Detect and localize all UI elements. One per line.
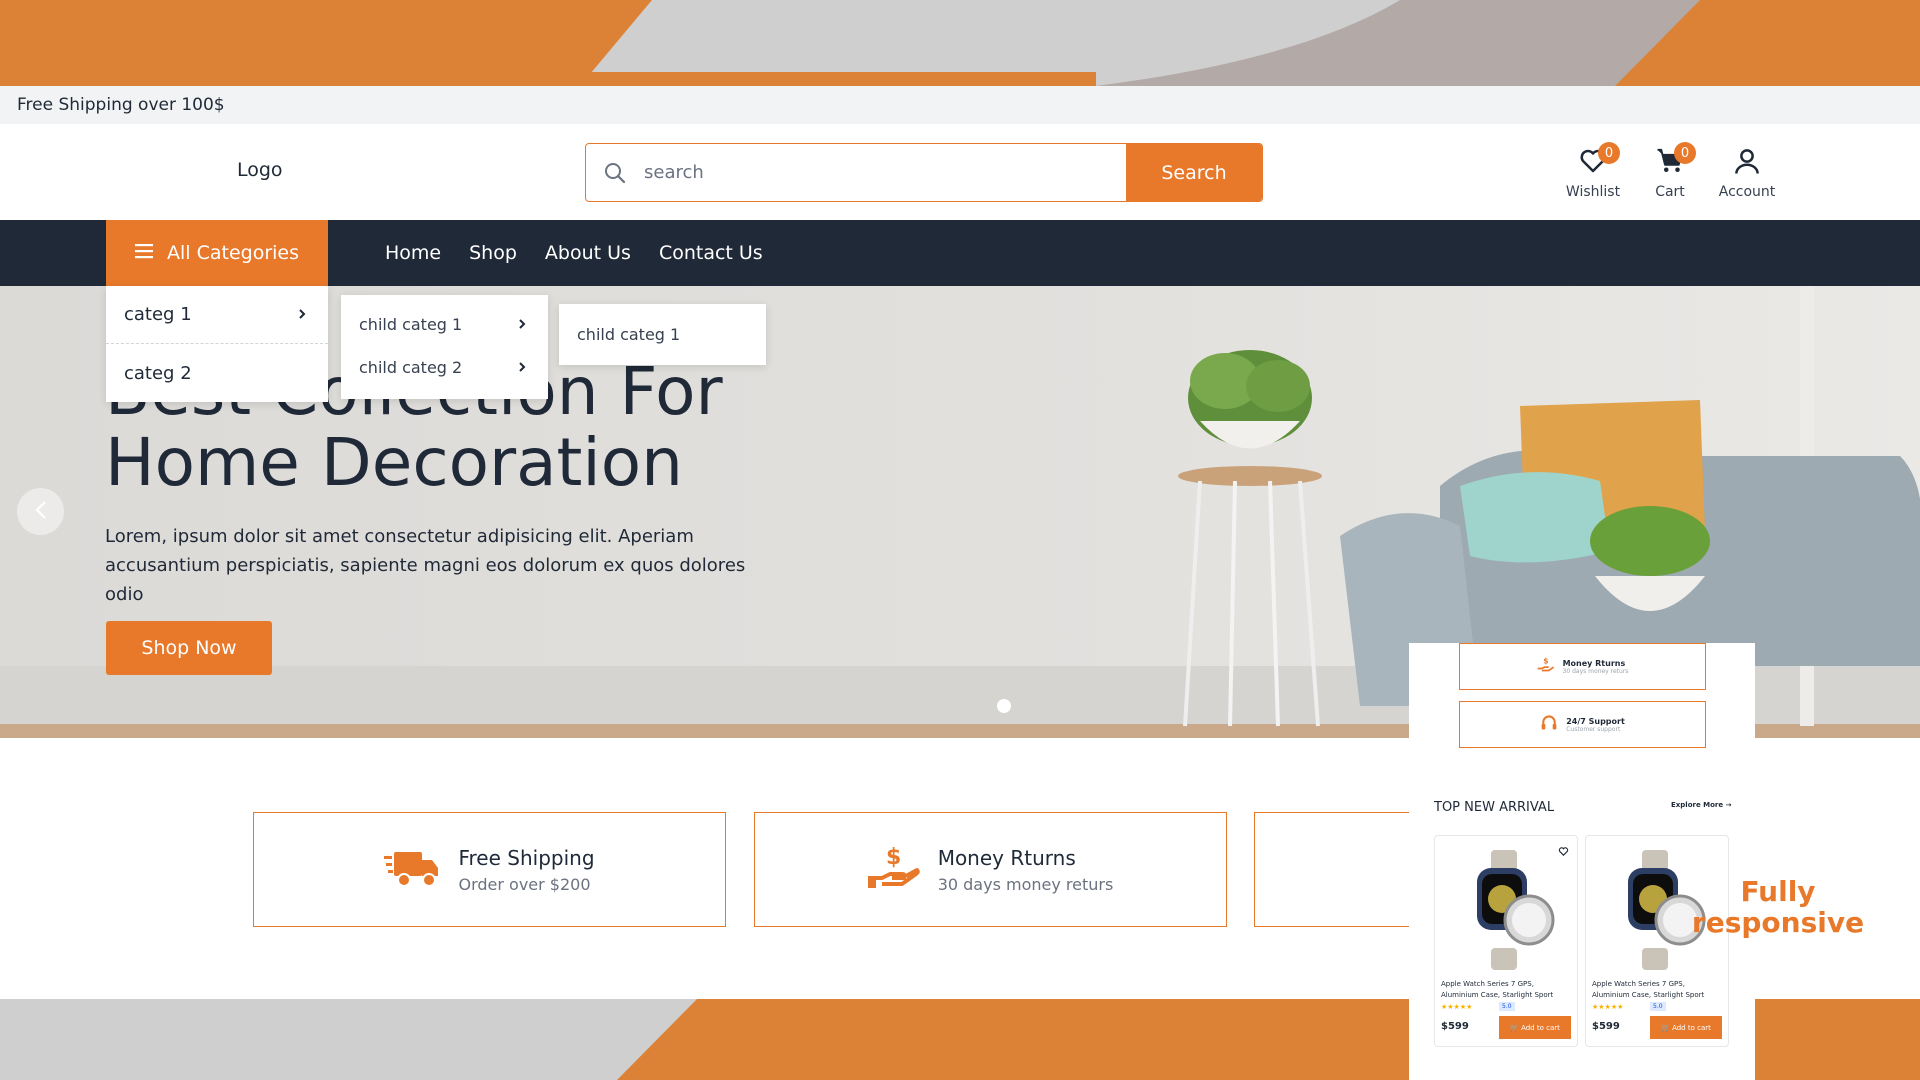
- feature-title: Money Rturns: [937, 845, 1076, 870]
- site-logo[interactable]: Logo: [237, 159, 283, 181]
- nav-link-shop[interactable]: Shop: [469, 242, 517, 264]
- subcategory-label: child categ 2: [359, 358, 463, 377]
- header-actions: 0 Wishlist 0 Cart Account: [1556, 142, 1784, 200]
- category-item[interactable]: categ 2: [106, 344, 328, 402]
- mobile-feature-title: Money Rturns: [1562, 658, 1626, 668]
- headset-icon: [1540, 714, 1558, 736]
- chevron-left-icon: [34, 500, 48, 524]
- product-price: $599: [1592, 1021, 1620, 1032]
- explore-more-link[interactable]: Explore More →: [1671, 801, 1731, 809]
- explore-more-label: Explore More: [1671, 801, 1724, 809]
- carousel-dot[interactable]: [997, 699, 1011, 713]
- rating-badge: 5.0: [1650, 1002, 1666, 1011]
- search-bar: Search: [585, 143, 1263, 202]
- chevron-right-icon: [518, 315, 526, 334]
- cart-link[interactable]: 0 Cart: [1648, 142, 1696, 200]
- chevron-right-icon: [518, 358, 526, 377]
- hero-title-line2: Home Decoration: [105, 424, 683, 501]
- child-subcategory-label: child categ 1: [577, 325, 681, 344]
- wishlist-label: Wishlist: [1565, 184, 1621, 200]
- feature-card-money-returns: $ Money Rturns 30 days money returs: [754, 812, 1227, 927]
- cart-icon: 🛒: [1661, 1023, 1670, 1032]
- wishlist-link[interactable]: 0 Wishlist: [1556, 142, 1630, 200]
- nav-link-contact[interactable]: Contact Us: [659, 242, 763, 264]
- subcategory-item[interactable]: child categ 2: [341, 346, 548, 389]
- truck-icon: [384, 846, 440, 894]
- svg-text:$: $: [886, 845, 901, 870]
- subcategory-label: child categ 1: [359, 315, 463, 334]
- feature-title: Free Shipping: [458, 845, 595, 870]
- all-categories-button[interactable]: All Categories: [106, 220, 328, 286]
- nav-link-about[interactable]: About Us: [545, 242, 631, 264]
- svg-text:$: $: [1543, 656, 1548, 665]
- cart-icon: 🛒: [1510, 1023, 1519, 1032]
- product-price: $599: [1441, 1021, 1469, 1032]
- mobile-section-title: TOP NEW ARRIVAL: [1434, 800, 1555, 815]
- child-subcategory-menu[interactable]: child categ 1: [559, 304, 766, 365]
- product-name: Apple Watch Series 7 GPS, Aluminium Case…: [1441, 980, 1554, 999]
- rating-stars: ★★★★★: [1441, 1003, 1473, 1011]
- site-header: Logo Search 0 Wishlist 0 Cart Account: [0, 124, 1920, 220]
- badge-line1: Fully: [1740, 875, 1816, 908]
- fully-responsive-badge: Fully responsive: [1688, 876, 1868, 938]
- account-link[interactable]: Account: [1710, 146, 1784, 200]
- money-hand-icon: $: [867, 844, 920, 896]
- mobile-feature-subtitle: 30 days money returs: [1562, 667, 1629, 675]
- search-icon: [586, 144, 644, 201]
- rating-badge: 5.0: [1499, 1002, 1515, 1011]
- decorative-top-banner: [0, 0, 1920, 86]
- shipping-announcement-text: Free Shipping over 100$: [17, 95, 225, 115]
- feature-subtitle: Order over $200: [458, 874, 591, 894]
- arrow-right-icon: →: [1725, 801, 1732, 809]
- category-item[interactable]: categ 1: [106, 286, 328, 344]
- category-menu: categ 1 categ 2: [106, 286, 328, 402]
- add-to-cart-button[interactable]: 🛒 Add to cart: [1499, 1016, 1571, 1039]
- mobile-preview: $ Money Rturns 30 days money returs 24/7…: [1409, 643, 1755, 1080]
- money-hand-icon: $: [1537, 656, 1555, 678]
- shipping-announcement-bar: Free Shipping over 100$: [0, 86, 1920, 124]
- subcategory-menu: child categ 1 child categ 2: [341, 295, 548, 399]
- account-label: Account: [1718, 184, 1776, 200]
- mobile-feature-support: 24/7 Support Customer support: [1459, 701, 1706, 748]
- product-image: [1477, 850, 1555, 970]
- add-to-cart-label: Add to cart: [1672, 1023, 1711, 1032]
- carousel-prev-button[interactable]: [17, 488, 64, 535]
- mobile-feature-title: 24/7 Support: [1566, 716, 1625, 726]
- chevron-right-icon: [298, 304, 306, 325]
- nav-link-home[interactable]: Home: [385, 242, 441, 264]
- mobile-feature-money-returns: $ Money Rturns 30 days money returs: [1459, 643, 1706, 690]
- feature-card-shipping: Free Shipping Order over $200: [253, 812, 726, 927]
- heart-icon[interactable]: [1558, 842, 1569, 861]
- hero-description: Lorem, ipsum dolor sit amet consectetur …: [105, 526, 746, 605]
- category-label: categ 2: [124, 362, 192, 384]
- nav-links: Home Shop About Us Contact Us: [385, 220, 763, 286]
- search-input[interactable]: [644, 144, 1126, 201]
- main-nav: All Categories Home Shop About Us Contac…: [0, 220, 1920, 286]
- menu-icon: [134, 242, 153, 264]
- all-categories-label: All Categories: [166, 242, 299, 264]
- category-label: categ 1: [124, 304, 192, 325]
- mobile-feature-subtitle: Customer support: [1566, 725, 1621, 733]
- badge-line2: responsive: [1691, 906, 1865, 939]
- cart-count-badge: 0: [1674, 142, 1696, 164]
- feature-subtitle: 30 days money returs: [937, 874, 1114, 894]
- cart-label: Cart: [1655, 184, 1685, 200]
- add-to-cart-button[interactable]: 🛒 Add to cart: [1650, 1016, 1722, 1039]
- search-button[interactable]: Search: [1126, 144, 1262, 201]
- add-to-cart-label: Add to cart: [1521, 1023, 1560, 1032]
- product-card[interactable]: Apple Watch Series 7 GPS, Aluminium Case…: [1585, 835, 1729, 1047]
- product-name: Apple Watch Series 7 GPS, Aluminium Case…: [1592, 980, 1705, 999]
- product-card[interactable]: Apple Watch Series 7 GPS, Aluminium Case…: [1434, 835, 1578, 1047]
- shop-now-button[interactable]: Shop Now: [106, 621, 272, 675]
- wishlist-count-badge: 0: [1598, 142, 1620, 164]
- subcategory-item[interactable]: child categ 1: [341, 303, 548, 346]
- user-icon: [1732, 146, 1762, 180]
- rating-stars: ★★★★★: [1592, 1003, 1624, 1011]
